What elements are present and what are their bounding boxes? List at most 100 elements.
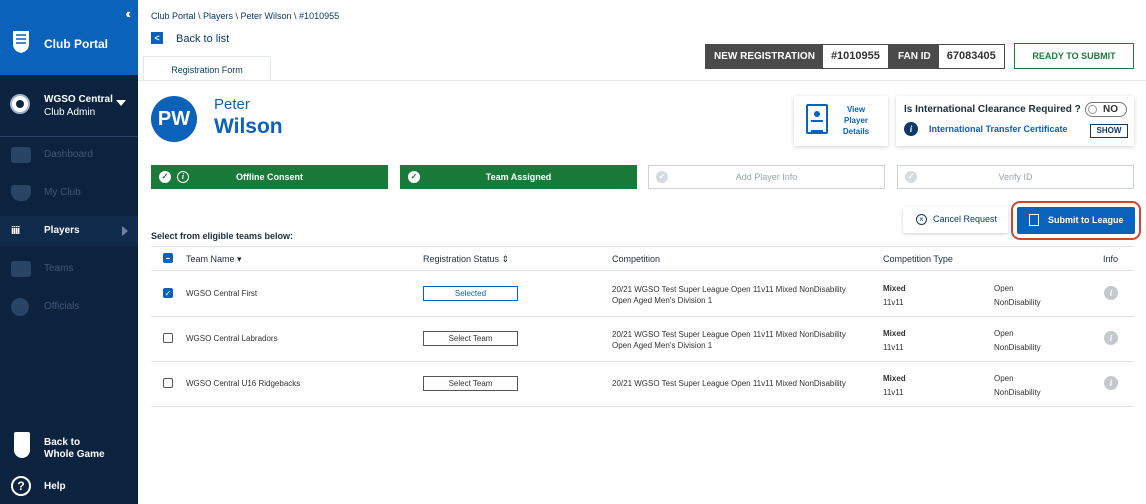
open-type-1: Open bbox=[994, 374, 1014, 383]
team-name: WGSO Central U16 Ridgebacks bbox=[186, 379, 301, 388]
info-icon[interactable]: i bbox=[177, 171, 189, 183]
submit-to-league-button[interactable]: Submit to League bbox=[1017, 207, 1135, 234]
help-link[interactable]: ? Help bbox=[0, 474, 138, 498]
row-checkbox[interactable] bbox=[163, 378, 173, 388]
sort-icon: ⇕ bbox=[501, 254, 510, 264]
fan-id-badge: FAN ID 67083405 bbox=[889, 44, 1005, 69]
chevron-right-icon bbox=[122, 226, 128, 236]
sidebar-item-label: Officials bbox=[44, 301, 80, 312]
step-verify-id: ✓ Verify ID bbox=[897, 165, 1134, 189]
check-icon: ✓ bbox=[159, 171, 171, 183]
clearance-question: Is International Clearance Required ? bbox=[904, 104, 1081, 115]
main-content: Club Portal \ Players \ Peter Wilson \ #… bbox=[138, 0, 1146, 504]
info-icon[interactable]: i bbox=[1104, 286, 1118, 300]
team-name: WGSO Central First bbox=[186, 289, 258, 298]
fan-id-key: FAN ID bbox=[890, 45, 939, 68]
sidebar-header: ‹‹ Club Portal bbox=[0, 0, 138, 75]
header-label: Registration Status bbox=[423, 254, 500, 264]
help-label: Help bbox=[44, 481, 66, 492]
view-player-details-label: View Player Details bbox=[842, 105, 870, 136]
info-icon[interactable]: i bbox=[1104, 376, 1118, 390]
caret-down-icon: ▾ bbox=[237, 254, 242, 264]
step-label: Team Assigned bbox=[485, 172, 552, 182]
club-switcher[interactable]: WGSO Central Club Admin bbox=[0, 75, 138, 137]
shield-icon bbox=[11, 185, 31, 201]
table-header: Team Name ▾ Registration Status ⇕ Compet… bbox=[151, 246, 1134, 271]
competition-type-1: Mixed bbox=[883, 329, 906, 338]
tab-registration-form[interactable]: Registration Form bbox=[143, 56, 271, 81]
sidebar: ‹‹ Club Portal WGSO Central Club Admin D… bbox=[0, 0, 138, 504]
ready-to-submit-button[interactable]: READY TO SUBMIT bbox=[1014, 43, 1134, 69]
step-label: Offline Consent bbox=[236, 172, 303, 182]
back-to-whole-game[interactable]: Back to Whole Game bbox=[0, 430, 138, 466]
competition-type-2: 11v11 bbox=[883, 388, 904, 397]
avatar: PW bbox=[151, 96, 197, 142]
header-label: Team Name bbox=[186, 254, 235, 264]
transfer-certificate-link[interactable]: International Transfer Certificate bbox=[929, 124, 1068, 134]
id-card-icon bbox=[806, 104, 828, 134]
check-icon: ✓ bbox=[408, 171, 420, 183]
dashboard-icon bbox=[11, 147, 31, 163]
sidebar-item-my-club[interactable]: My Club bbox=[0, 178, 138, 208]
step-label: Verify ID bbox=[998, 172, 1033, 182]
row-checkbox[interactable] bbox=[163, 333, 173, 343]
clearance-toggle[interactable]: NO bbox=[1085, 102, 1127, 117]
step-team-assigned: ✓ Team Assigned bbox=[400, 165, 637, 189]
select-team-button[interactable]: Select Team bbox=[423, 376, 518, 391]
show-button[interactable]: SHOW bbox=[1090, 124, 1128, 138]
submit-highlight: Submit to League bbox=[1011, 201, 1141, 240]
fan-id-value: 67083405 bbox=[938, 45, 1004, 68]
competition-line-1: 20/21 WGSO Test Super League Open 11v11 … bbox=[612, 330, 846, 339]
competition-line-2: Open Aged Men's Division 1 bbox=[612, 341, 713, 350]
select-all-checkbox[interactable] bbox=[163, 253, 173, 263]
column-info: Info bbox=[1103, 254, 1119, 264]
open-type-2: NonDisability bbox=[994, 388, 1041, 397]
check-icon: ✓ bbox=[905, 171, 917, 183]
cancel-label: Cancel Request bbox=[933, 214, 998, 224]
step-label: Add Player Info bbox=[735, 172, 798, 182]
competition-type-2: 11v11 bbox=[883, 343, 904, 352]
step-add-player-info: ✓ Add Player Info bbox=[648, 165, 885, 189]
toggle-knob bbox=[1088, 105, 1097, 114]
open-type-1: Open bbox=[994, 284, 1014, 293]
club-logo-icon bbox=[10, 94, 30, 114]
column-team-name[interactable]: Team Name ▾ bbox=[186, 254, 242, 265]
select-team-button[interactable]: Select Team bbox=[423, 331, 518, 346]
sidebar-item-teams[interactable]: Teams bbox=[0, 254, 138, 284]
sidebar-item-label: My Club bbox=[44, 187, 81, 198]
competition-type-1: Mixed bbox=[883, 284, 906, 293]
competition-type-2: 11v11 bbox=[883, 298, 904, 307]
view-player-details-button[interactable]: View Player Details bbox=[794, 96, 888, 146]
whole-game-crest-icon bbox=[14, 432, 30, 458]
sidebar-item-label: Dashboard bbox=[44, 149, 93, 160]
app-title: Club Portal bbox=[44, 37, 109, 51]
sidebar-item-dashboard[interactable]: Dashboard bbox=[0, 140, 138, 170]
breadcrumb[interactable]: Club Portal \ Players \ Peter Wilson \ #… bbox=[151, 11, 339, 21]
column-competition-type: Competition Type bbox=[883, 254, 953, 264]
sidebar-item-label: Teams bbox=[44, 263, 74, 274]
help-icon: ? bbox=[11, 476, 31, 496]
info-icon[interactable]: i bbox=[1104, 331, 1118, 345]
open-type-1: Open bbox=[994, 329, 1014, 338]
table-row: WGSO Central U16 Ridgebacks Select Team … bbox=[151, 361, 1134, 407]
step-offline-consent: ✓ i Offline Consent bbox=[151, 165, 388, 189]
select-team-button[interactable]: Selected bbox=[423, 286, 518, 301]
caret-down-icon bbox=[116, 100, 126, 106]
cancel-request-button[interactable]: × Cancel Request bbox=[903, 207, 1008, 233]
club-role: Club Admin bbox=[44, 107, 96, 118]
tab-divider bbox=[138, 80, 1146, 81]
sidebar-item-label: Players bbox=[44, 225, 80, 236]
column-competition: Competition bbox=[612, 254, 661, 264]
sidebar-item-officials[interactable]: Officials bbox=[0, 292, 138, 322]
new-registration-key: NEW REGISTRATION bbox=[706, 45, 823, 68]
double-chevron-left-icon[interactable]: ‹‹ bbox=[125, 6, 130, 21]
open-type-2: NonDisability bbox=[994, 298, 1041, 307]
row-checkbox[interactable]: ✓ bbox=[163, 288, 173, 298]
column-registration-status[interactable]: Registration Status ⇕ bbox=[423, 254, 509, 265]
officials-icon bbox=[11, 298, 29, 316]
competition-line-1: 20/21 WGSO Test Super League Open 11v11 … bbox=[612, 379, 846, 388]
sidebar-item-players[interactable]: iiii Players bbox=[0, 216, 138, 246]
document-icon bbox=[1029, 214, 1039, 226]
competition-line-1: 20/21 WGSO Test Super League Open 11v11 … bbox=[612, 285, 846, 294]
new-registration-badge: NEW REGISTRATION #1010955 bbox=[705, 44, 889, 69]
